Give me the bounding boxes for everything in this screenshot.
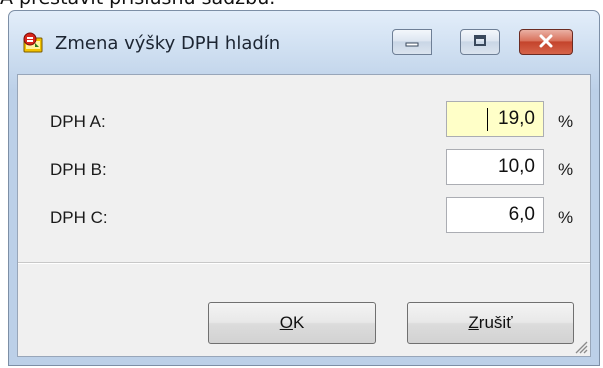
dph-a-label: DPH A: [50,112,106,131]
minimize-button[interactable] [392,29,432,55]
dialog-client-area: DPH A: 19,0 % DPH B: 10,0 % DPH C: 6,0 %… [17,74,591,357]
resize-grip-icon[interactable] [572,338,588,354]
close-button[interactable] [519,29,573,55]
window-title: Zmena výšky DPH hladín [55,33,281,54]
minimize-icon [404,33,420,52]
dph-a-unit: % [558,112,574,131]
dph-c-input[interactable]: 6,0 [446,197,544,233]
separator-line [18,262,590,264]
dph-b-value: 10,0 [498,156,535,177]
dph-b-unit: % [558,160,574,179]
ok-mnemonic: O [279,313,293,332]
dph-c-label: DPH C: [50,208,108,227]
dph-c-value: 6,0 [508,204,535,225]
text-caret [487,108,488,131]
dph-a-input[interactable]: 19,0 [446,101,544,137]
dialog-window: Zmena výšky DPH hladín DPH A: 19,0 % DPH… [8,10,600,366]
close-icon [537,33,555,52]
cancel-button[interactable]: Zrušiť [407,302,574,344]
cancel-mnemonic: Z [468,313,479,332]
dph-a-value: 19,0 [498,108,535,129]
maximize-icon [472,33,488,52]
title-bar[interactable]: Zmena výšky DPH hladín [9,11,599,75]
maximize-button[interactable] [460,29,500,55]
dph-c-unit: % [558,208,574,227]
dph-b-input[interactable]: 10,0 [446,149,544,185]
dph-b-label: DPH B: [50,160,107,179]
cancel-label: rušiť [478,313,513,332]
page-caption: A prestaviť príslušnú sadzbu. [0,0,275,9]
app-window-icon[interactable] [22,32,44,54]
ok-label: K [292,313,305,332]
ok-button[interactable]: OK [208,302,376,344]
